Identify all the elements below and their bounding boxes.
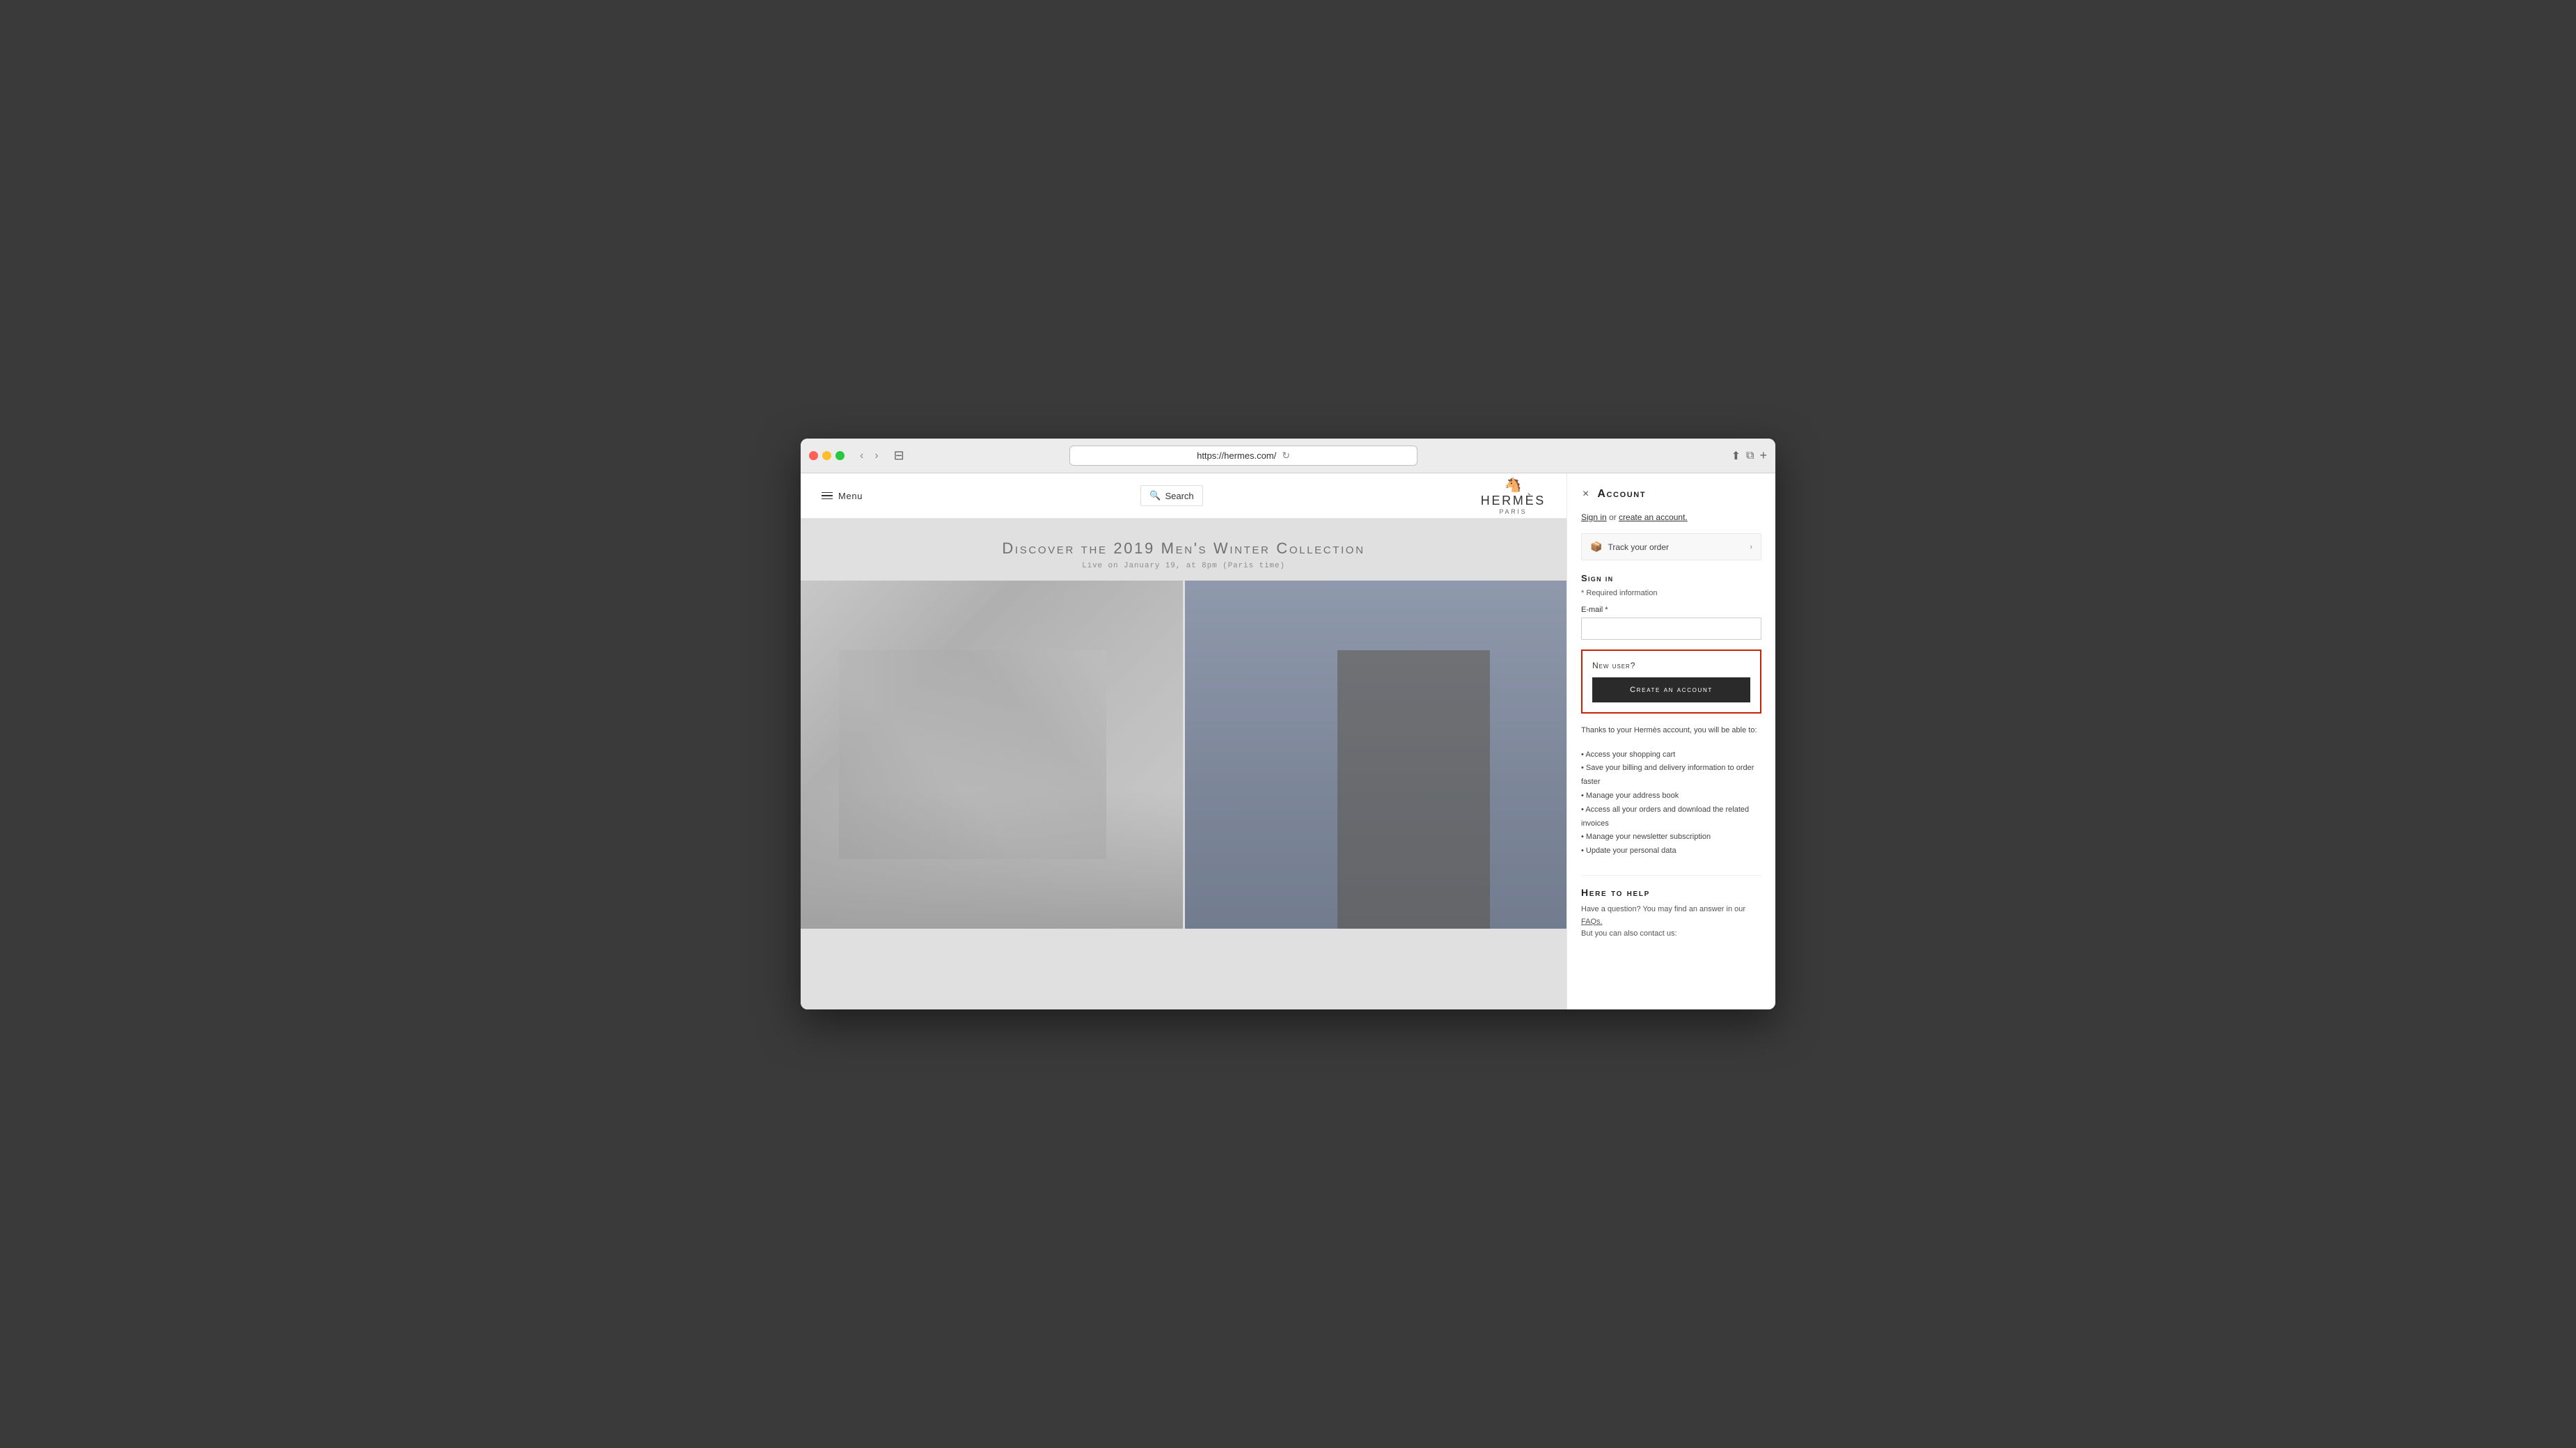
traffic-lights	[809, 451, 845, 460]
menu-label: Menu	[838, 491, 863, 501]
help-text-1: Have a question? You may find an answer …	[1581, 905, 1745, 913]
address-bar[interactable]: https://hermes.com/ ↻	[1069, 446, 1417, 466]
create-account-link[interactable]: create an account.	[1619, 512, 1688, 522]
hamburger-line-1	[822, 492, 833, 494]
search-icon: 🔍	[1149, 490, 1161, 501]
refresh-button[interactable]: ↻	[1282, 450, 1290, 462]
benefits-list: Access your shopping cart Save your bill…	[1581, 748, 1761, 858]
maximize-traffic-light[interactable]	[835, 451, 845, 460]
sidebar-toggle-button[interactable]: ⊟	[888, 446, 910, 466]
close-panel-button[interactable]: ×	[1581, 487, 1590, 501]
benefit-item-6: Update your personal data	[1581, 844, 1761, 858]
chevron-right-icon: ›	[1750, 543, 1752, 551]
help-contact-text: But you can also contact us:	[1581, 928, 1761, 941]
track-order-row[interactable]: 📦 Track your order ›	[1581, 533, 1761, 560]
help-paragraph: Have a question? You may find an answer …	[1581, 904, 1761, 928]
benefit-item-2: Save your billing and delivery informati…	[1581, 762, 1761, 789]
hamburger-line-3	[822, 498, 833, 500]
hamburger-icon	[822, 492, 833, 500]
email-label: E-mail *	[1581, 606, 1761, 614]
minimize-traffic-light[interactable]	[822, 451, 831, 460]
faqs-link[interactable]: FAQs.	[1581, 918, 1603, 926]
back-button[interactable]: ‹	[856, 447, 867, 465]
new-tab-button[interactable]: +	[1759, 448, 1767, 463]
help-title: Here to help	[1581, 887, 1761, 898]
menu-button[interactable]: Menu	[822, 491, 863, 501]
sign-in-section-title: Sign in	[1581, 573, 1761, 583]
benefits-intro-text: Thanks to your Hermès account, you will …	[1581, 725, 1761, 737]
hero-image-right	[1185, 581, 1567, 929]
benefit-item-1: Access your shopping cart	[1581, 748, 1761, 762]
create-account-button[interactable]: Create an account	[1592, 677, 1750, 702]
forward-button[interactable]: ›	[870, 447, 882, 465]
sign-in-link[interactable]: Sign in	[1581, 512, 1607, 522]
track-order-left: 📦 Track your order	[1590, 541, 1669, 553]
browser-chrome: ‹ › ⊟ https://hermes.com/ ↻ ⬆ ⧉ +	[801, 439, 1775, 473]
hero-subtitle: Live on January 19, at 8pm (Paris time)	[1082, 562, 1285, 570]
search-button[interactable]: 🔍 Search	[1140, 485, 1202, 506]
track-icon: 📦	[1590, 541, 1602, 553]
benefit-item-3: Manage your address book	[1581, 789, 1761, 803]
here-to-help: Here to help Have a question? You may fi…	[1581, 875, 1761, 941]
close-traffic-light[interactable]	[809, 451, 818, 460]
browser-window: ‹ › ⊟ https://hermes.com/ ↻ ⬆ ⧉ +	[801, 439, 1775, 1009]
new-user-box: New user? Create an account	[1581, 650, 1761, 714]
track-order-label: Track your order	[1608, 542, 1669, 552]
hamburger-line-2	[822, 495, 833, 496]
nav-buttons: ‹ ›	[856, 447, 883, 465]
panel-title: Account	[1597, 488, 1646, 501]
email-input[interactable]	[1581, 617, 1761, 640]
tab-overview-button[interactable]: ⧉	[1746, 450, 1754, 462]
hermes-logo: 🐴 HERMÈS PARIS	[1481, 476, 1546, 515]
benefit-item-5: Manage your newsletter subscription	[1581, 831, 1761, 844]
search-label: Search	[1165, 491, 1193, 501]
benefit-item-4: Access all your orders and download the …	[1581, 803, 1761, 831]
site-header: Menu 🔍 Search 🐴 HERMÈS PARIS	[801, 473, 1566, 519]
account-panel: × Account Sign in or create an account. …	[1566, 473, 1775, 1009]
panel-header: × Account	[1581, 487, 1761, 501]
new-user-title: New user?	[1592, 661, 1750, 670]
browser-actions: ⬆ ⧉ +	[1731, 448, 1767, 463]
browser-content: Menu 🔍 Search 🐴 HERMÈS PARIS Discover th…	[801, 473, 1775, 1009]
hero-area: Discover the 2019 Men's Winter Collectio…	[801, 519, 1566, 1009]
hero-images	[801, 581, 1566, 929]
url-text: https://hermes.com/	[1197, 450, 1276, 461]
website: Menu 🔍 Search 🐴 HERMÈS PARIS Discover th…	[801, 473, 1566, 1009]
hermes-horse-icon: 🐴	[1481, 476, 1546, 494]
hermes-logo-text: HERMÈS	[1481, 494, 1546, 508]
hermes-paris-text: PARIS	[1481, 508, 1546, 515]
required-info: * Required information	[1581, 589, 1761, 597]
hero-image-left	[801, 581, 1183, 929]
hero-title: Discover the 2019 Men's Winter Collectio…	[1002, 540, 1365, 558]
share-button[interactable]: ⬆	[1731, 449, 1741, 463]
sign-in-link-row: Sign in or create an account.	[1581, 512, 1761, 522]
or-text: or	[1607, 512, 1619, 522]
